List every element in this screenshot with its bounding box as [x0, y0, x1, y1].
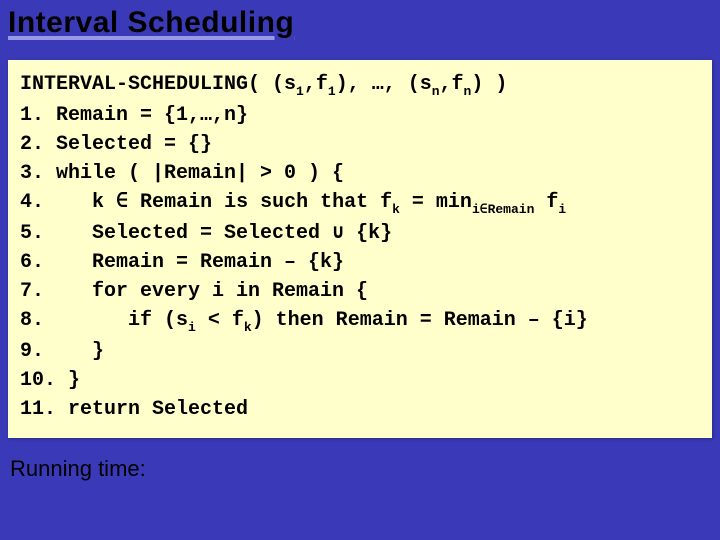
slide: Interval Scheduling INTERVAL-SCHEDULING(… [0, 0, 720, 540]
sub: n [432, 84, 440, 99]
t: INTERVAL-SCHEDULING( (s [20, 73, 296, 96]
t: ), …, (s [336, 73, 432, 96]
sub: 1 [328, 84, 336, 99]
code-line: 1. Remain = {1,…,n} [20, 101, 700, 130]
slide-title: Interval Scheduling [0, 0, 720, 40]
code-line: 4. k ∈ Remain is such that fk = mini∈Rem… [20, 188, 700, 219]
t: 4. k ∈ Remain is such that f [20, 191, 392, 214]
code-line: 8. if (si < fk) then Remain = Remain – {… [20, 306, 700, 337]
sub: i∈Remain [472, 202, 534, 217]
t: 8. if (s [20, 309, 188, 332]
t: = min [400, 191, 472, 214]
code-line: 6. Remain = Remain – {k} [20, 248, 700, 277]
t: ) ) [471, 73, 507, 96]
sub: k [244, 320, 252, 335]
code-signature: INTERVAL-SCHEDULING( (s1,f1), …, (sn,fn)… [20, 70, 700, 101]
t: f [534, 191, 558, 214]
sub: n [464, 84, 472, 99]
code-line: 3. while ( |Remain| > 0 ) { [20, 159, 700, 188]
algorithm-code-box: INTERVAL-SCHEDULING( (s1,f1), …, (sn,fn)… [8, 60, 712, 438]
t: ,f [304, 73, 328, 96]
t: ) then Remain = Remain – {i} [252, 309, 588, 332]
sub: 1 [296, 84, 304, 99]
code-line: 10. } [20, 366, 700, 395]
t: ,f [440, 73, 464, 96]
sub: i [188, 320, 196, 335]
sub: k [392, 202, 400, 217]
code-line: 7. for every i in Remain { [20, 277, 700, 306]
code-line: 5. Selected = Selected ∪ {k} [20, 219, 700, 248]
t: < f [196, 309, 244, 332]
code-line: 11. return Selected [20, 395, 700, 424]
code-line: 9. } [20, 337, 700, 366]
sub: i [558, 202, 566, 217]
code-line: 2. Selected = {} [20, 130, 700, 159]
running-time-label: Running time: [0, 438, 720, 482]
